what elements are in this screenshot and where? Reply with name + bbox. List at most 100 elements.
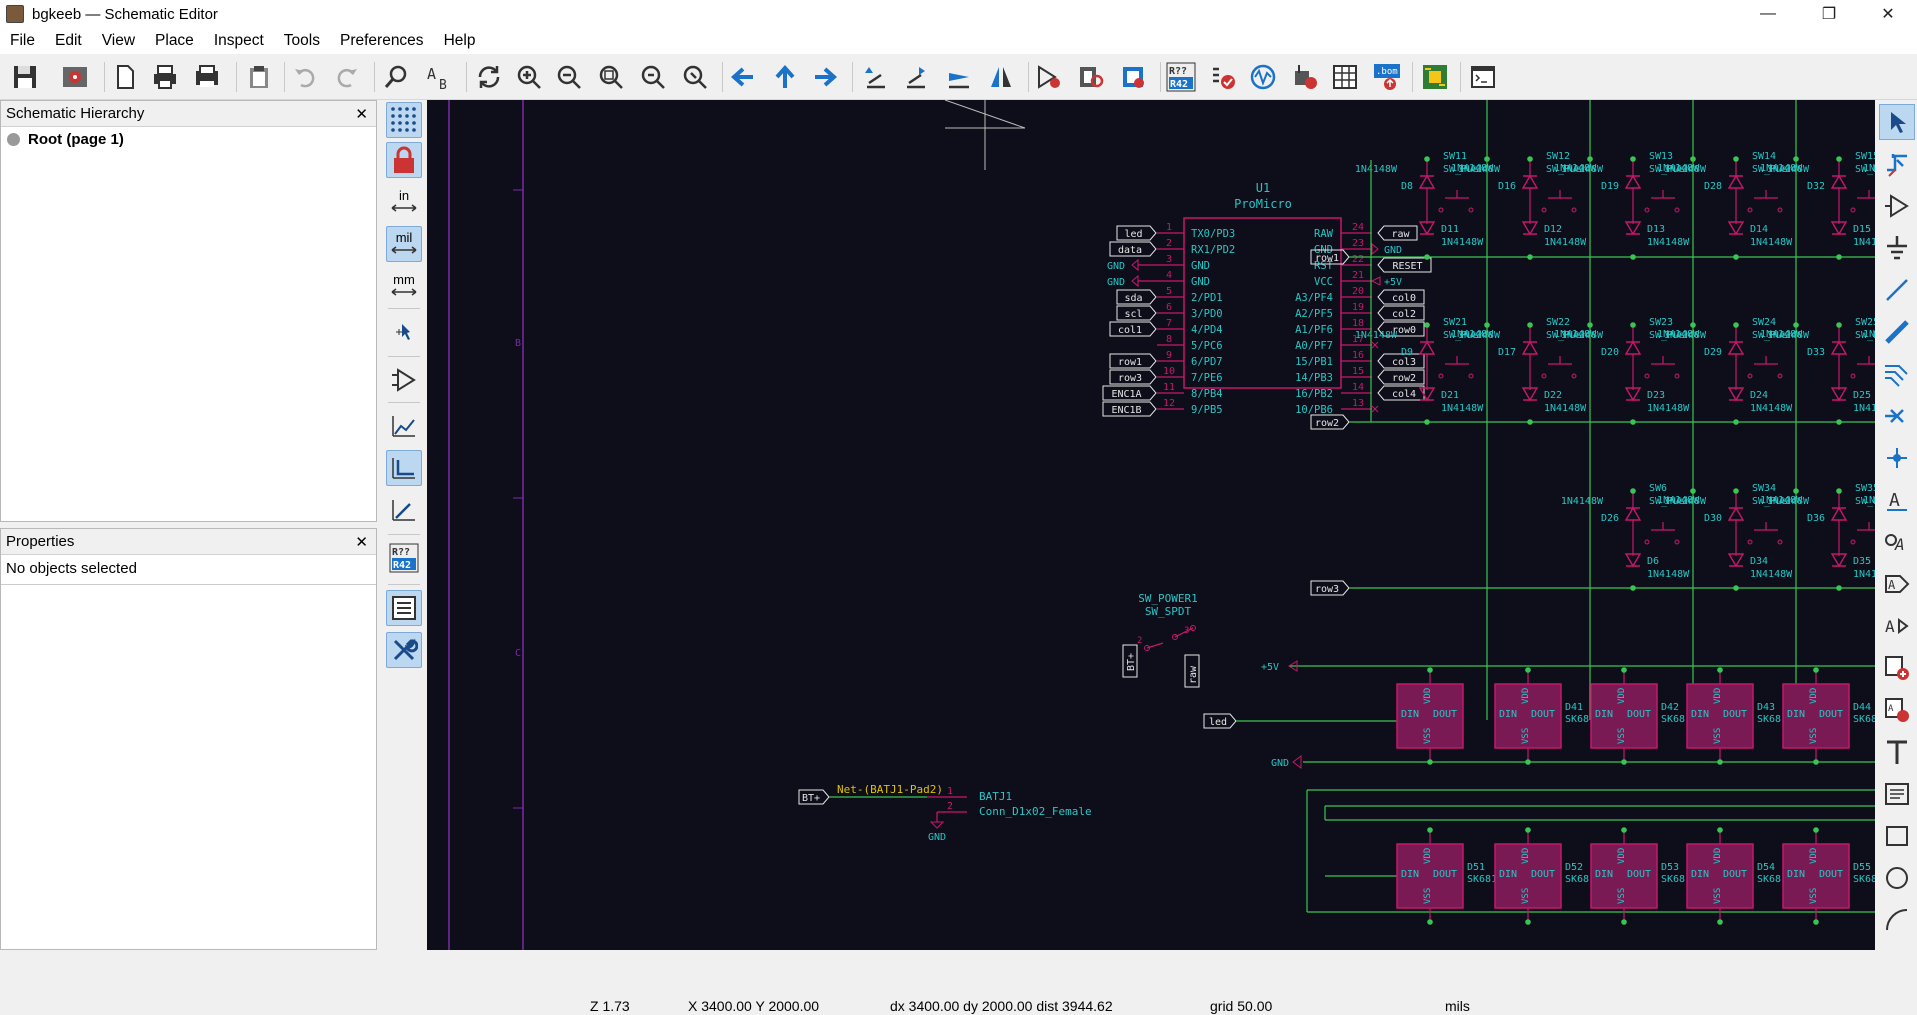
add-bus-entry-icon[interactable] <box>1879 356 1915 392</box>
undo-icon[interactable] <box>288 60 322 94</box>
menu-preferences[interactable]: Preferences <box>330 32 434 50</box>
add-wire-icon[interactable] <box>1879 272 1915 308</box>
line-mode-45-icon[interactable] <box>386 492 422 528</box>
add-bus-icon[interactable] <box>1879 314 1915 350</box>
import-sheet-pin-icon[interactable]: A <box>1879 692 1915 728</box>
units-inch-button[interactable]: in <box>386 184 422 220</box>
minimize-button[interactable]: — <box>1739 0 1797 28</box>
find-replace-icon[interactable]: AB <box>422 60 456 94</box>
find-icon[interactable] <box>380 60 414 94</box>
line-mode-free-icon[interactable] <box>386 408 422 444</box>
add-power-icon[interactable] <box>1879 230 1915 266</box>
navigate-back-icon[interactable] <box>726 60 760 94</box>
add-arc-icon[interactable] <box>1879 902 1915 938</box>
u1-pin-number: 21 <box>1352 270 1364 281</box>
menu-edit[interactable]: Edit <box>45 32 92 50</box>
annotate-icon[interactable]: R?? R42 <box>1164 60 1198 94</box>
redo-icon[interactable] <box>330 60 364 94</box>
menu-place[interactable]: Place <box>145 32 204 50</box>
svg-text:A: A <box>1894 535 1905 554</box>
paste-icon[interactable] <box>242 60 276 94</box>
hierarchy-root-item[interactable]: Root (page 1) <box>1 127 376 152</box>
add-net-class-icon[interactable]: A <box>1879 524 1915 560</box>
restore-button[interactable]: ❐ <box>1800 0 1858 28</box>
zoom-in-icon[interactable] <box>512 60 546 94</box>
add-no-connect-icon[interactable] <box>1879 398 1915 434</box>
add-global-label-icon[interactable]: A <box>1879 566 1915 602</box>
menu-view[interactable]: View <box>92 32 145 50</box>
led-top-din: DIN <box>1691 709 1709 720</box>
lock-grid-icon[interactable] <box>386 142 422 178</box>
add-label-icon[interactable]: A <box>1879 482 1915 518</box>
refresh-icon[interactable] <box>472 60 506 94</box>
row3-key-diode2-value: 1N4148W <box>1863 495 1875 506</box>
select-tool-icon[interactable] <box>1879 104 1915 140</box>
add-textbox-icon[interactable] <box>1879 776 1915 812</box>
row2-key-diode-bottom-value: 1N4148W <box>1853 403 1875 414</box>
menu-file[interactable]: File <box>0 32 45 50</box>
add-circle-icon[interactable] <box>1879 860 1915 896</box>
fields-editor-icon[interactable] <box>1328 60 1362 94</box>
add-junction-icon[interactable] <box>1879 440 1915 476</box>
schematic-svg[interactable]: B C U1 ProMicro 1 TX0/PD3 led 2 RX1/PD2 data 3 GN… <box>427 100 1875 950</box>
menu-tools[interactable]: Tools <box>274 32 330 50</box>
row3-key-diode-value: 1N4148W <box>1664 496 1707 507</box>
hierarchy-panel-toggle-icon[interactable] <box>386 590 422 626</box>
symbol-editor-icon[interactable] <box>1032 60 1066 94</box>
sheet-mark-b: B <box>515 338 521 349</box>
properties-panel-toggle-icon[interactable] <box>386 632 422 668</box>
hierarchy-close-icon[interactable]: ✕ <box>355 105 368 123</box>
switch-contact <box>1777 207 1783 213</box>
properties-close-icon[interactable]: ✕ <box>355 533 368 551</box>
menu-help[interactable]: Help <box>434 32 486 50</box>
page-settings-icon[interactable] <box>108 60 142 94</box>
zoom-objects-icon[interactable] <box>636 60 670 94</box>
annotate-tool-icon[interactable]: R?? R42 <box>386 540 422 576</box>
row1-key-diode-top <box>1624 174 1642 189</box>
navigate-forward-icon[interactable] <box>808 60 842 94</box>
save-icon[interactable] <box>8 60 42 94</box>
rotate-ccw-icon[interactable] <box>858 60 892 94</box>
mirror-vertical-icon[interactable] <box>942 60 976 94</box>
sw-net-label-b: raw <box>1188 665 1199 684</box>
pcb-editor-icon[interactable] <box>1418 60 1452 94</box>
navigate-up-icon[interactable] <box>768 60 802 94</box>
add-rectangle-icon[interactable] <box>1879 818 1915 854</box>
scripting-console-icon[interactable] <box>1466 60 1500 94</box>
hidden-pins-icon[interactable] <box>386 362 422 398</box>
led-top-dout: DOUT <box>1531 709 1555 720</box>
schematic-canvas[interactable]: B C U1 ProMicro 1 TX0/PD3 led 2 RX1/PD2 data 3 GN… <box>427 100 1875 950</box>
add-text-icon[interactable] <box>1879 734 1915 770</box>
simulator-icon[interactable] <box>1246 60 1280 94</box>
zoom-fit-icon[interactable] <box>594 60 628 94</box>
u1-pin-name: TX0/PD3 <box>1191 228 1235 240</box>
close-button[interactable]: ✕ <box>1859 0 1917 28</box>
symbol-library-browser-icon[interactable] <box>1074 60 1108 94</box>
add-sheet-icon[interactable] <box>1879 650 1915 686</box>
status-cursor-position: X 3400.00 Y 2000.00 <box>688 998 820 1014</box>
row2-key-diode2-value: 1N4148W <box>1863 329 1875 340</box>
rotate-cw-icon[interactable] <box>900 60 934 94</box>
menu-inspect[interactable]: Inspect <box>204 32 274 50</box>
u1-net-label: col1 <box>1118 325 1142 336</box>
line-mode-90-icon[interactable] <box>386 450 422 486</box>
cursor-crosshair-icon[interactable] <box>386 314 422 350</box>
plot-icon[interactable] <box>190 60 224 94</box>
print-icon[interactable] <box>148 60 182 94</box>
schematic-setup-icon[interactable] <box>58 60 92 94</box>
erc-icon[interactable] <box>1206 60 1240 94</box>
bom-icon[interactable]: .bom <box>1370 60 1404 94</box>
row1-key-diode-bottom-ref: D11 <box>1441 224 1459 235</box>
zoom-selection-icon[interactable] <box>678 60 712 94</box>
mirror-horizontal-icon[interactable] <box>984 60 1018 94</box>
add-hier-label-icon[interactable]: A <box>1879 608 1915 644</box>
footprint-editor-icon[interactable] <box>1116 60 1150 94</box>
assign-footprints-icon[interactable] <box>1288 60 1322 94</box>
units-mil-button[interactable]: mil <box>386 226 422 262</box>
highlight-net-icon[interactable] <box>1879 146 1915 182</box>
add-symbol-icon[interactable] <box>1879 188 1915 224</box>
grid-toggle-icon[interactable] <box>386 102 422 138</box>
units-mm-button[interactable]: mm <box>386 268 422 304</box>
zoom-out-icon[interactable] <box>552 60 586 94</box>
status-grid: grid 50.00 <box>1210 998 1273 1014</box>
